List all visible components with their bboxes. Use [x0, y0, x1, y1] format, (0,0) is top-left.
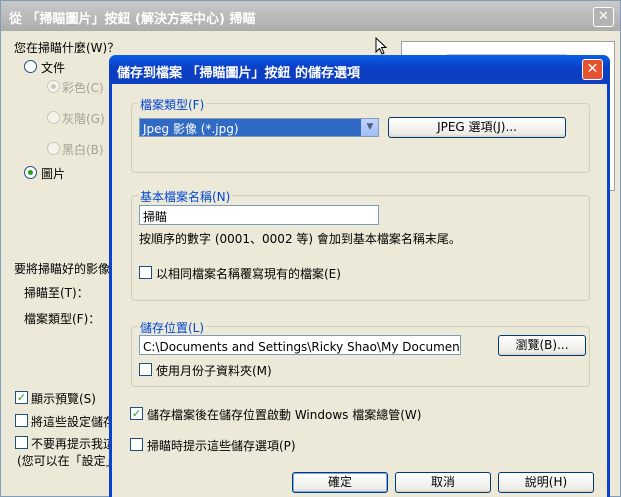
save-settings-label: 將這些設定儲存 [31, 415, 116, 429]
overwrite-checkbox[interactable] [139, 266, 152, 279]
radio-document[interactable] [24, 60, 37, 73]
background-close-button[interactable]: ✕ [593, 7, 614, 27]
bg-file-type-label: 檔案類型(F)： [24, 312, 101, 326]
file-type-group: 檔案類型(F) Jpeg 影像 (*.jpg) ▼ JPEG 選項(J)... [131, 96, 590, 173]
month-subfolder-checkbox[interactable] [139, 363, 152, 376]
save-settings-checkbox[interactable] [15, 414, 28, 427]
help-button[interactable]: 說明(H) [498, 472, 594, 493]
no-prompt-checkbox[interactable] [15, 436, 28, 449]
radio-picture[interactable] [24, 166, 37, 179]
launch-explorer-label: 儲存檔案後在儲存位置啟動 Windows 檔案總管(W) [147, 408, 422, 422]
scan-to-label: 掃瞄至(T)： [24, 286, 89, 300]
radio-bw-label: 黑白(B) [62, 143, 104, 157]
show-preview-label: 顯示預覽(S) [31, 392, 96, 406]
overwrite-label: 以相同檔案名稱覆寫現有的檔案(E) [156, 267, 341, 281]
scan-what-label: 您在掃瞄什麼(W)？ [14, 41, 120, 55]
file-type-value: Jpeg 影像 (*.jpg) [143, 122, 239, 136]
month-subfolder-label: 使用月份子資料夾(M) [156, 364, 272, 378]
radio-grey-label: 灰階(G) [62, 112, 105, 126]
basename-group-label: 基本檔案名稱(N) [138, 188, 233, 205]
radio-color-label: 彩色(C) [62, 81, 104, 95]
browse-button[interactable]: 瀏覽(B)... [498, 335, 586, 356]
settings-note: (您可以在「設定」 [17, 454, 118, 468]
basename-group: 基本檔案名稱(N) 掃瞄 按順序的數字 (0001、0002 等) 會加到基本檔… [131, 188, 590, 301]
chevron-down-icon[interactable]: ▼ [361, 119, 378, 136]
jpeg-options-button[interactable]: JPEG 選項(J)... [388, 117, 566, 138]
location-group-label: 儲存位置(L) [138, 319, 207, 336]
show-preview-checkbox[interactable]: ✓ [15, 391, 28, 404]
prompt-options-label: 掃瞄時提示這些儲存選項(P) [147, 439, 296, 453]
radio-picture-label: 圖片 [41, 167, 66, 181]
save-options-dialog: 儲存到檔案 「掃瞄圖片」按鈕 的儲存選項 ✕ 檔案類型(F) Jpeg 影像 (… [109, 55, 610, 497]
radio-bw[interactable] [47, 142, 60, 155]
background-window-title: 從 「掃瞄圖片」按鈕 (解決方案中心) 掃瞄 [1, 1, 620, 31]
radio-grey[interactable] [47, 111, 60, 124]
radio-color[interactable] [47, 80, 60, 93]
basename-input[interactable]: 掃瞄 [139, 205, 379, 225]
dialog-title: 儲存到檔案 「掃瞄圖片」按鈕 的儲存選項 [109, 55, 610, 84]
radio-document-label: 文件 [41, 61, 66, 75]
dialog-close-button[interactable]: ✕ [582, 59, 603, 80]
launch-explorer-checkbox[interactable]: ✓ [130, 407, 143, 420]
no-prompt-label: 不要再提示我這 [31, 437, 116, 451]
location-group: 儲存位置(L) C:\Documents and Settings\Ricky … [131, 319, 590, 387]
file-type-combobox[interactable]: Jpeg 影像 (*.jpg) ▼ [139, 118, 379, 137]
mouse-cursor-icon [375, 37, 387, 55]
basename-hint: 按順序的數字 (0001、0002 等) 會加到基本檔案名稱末尾。 [139, 232, 461, 246]
save-image-label: 要將掃瞄好的影像 [14, 262, 111, 276]
cancel-button[interactable]: 取消 [395, 472, 491, 493]
ok-button[interactable]: 確定 [292, 472, 388, 493]
file-type-group-label: 檔案類型(F) [138, 96, 207, 113]
location-input[interactable]: C:\Documents and Settings\Ricky Shao\My … [139, 335, 461, 355]
prompt-options-checkbox[interactable] [130, 438, 143, 451]
